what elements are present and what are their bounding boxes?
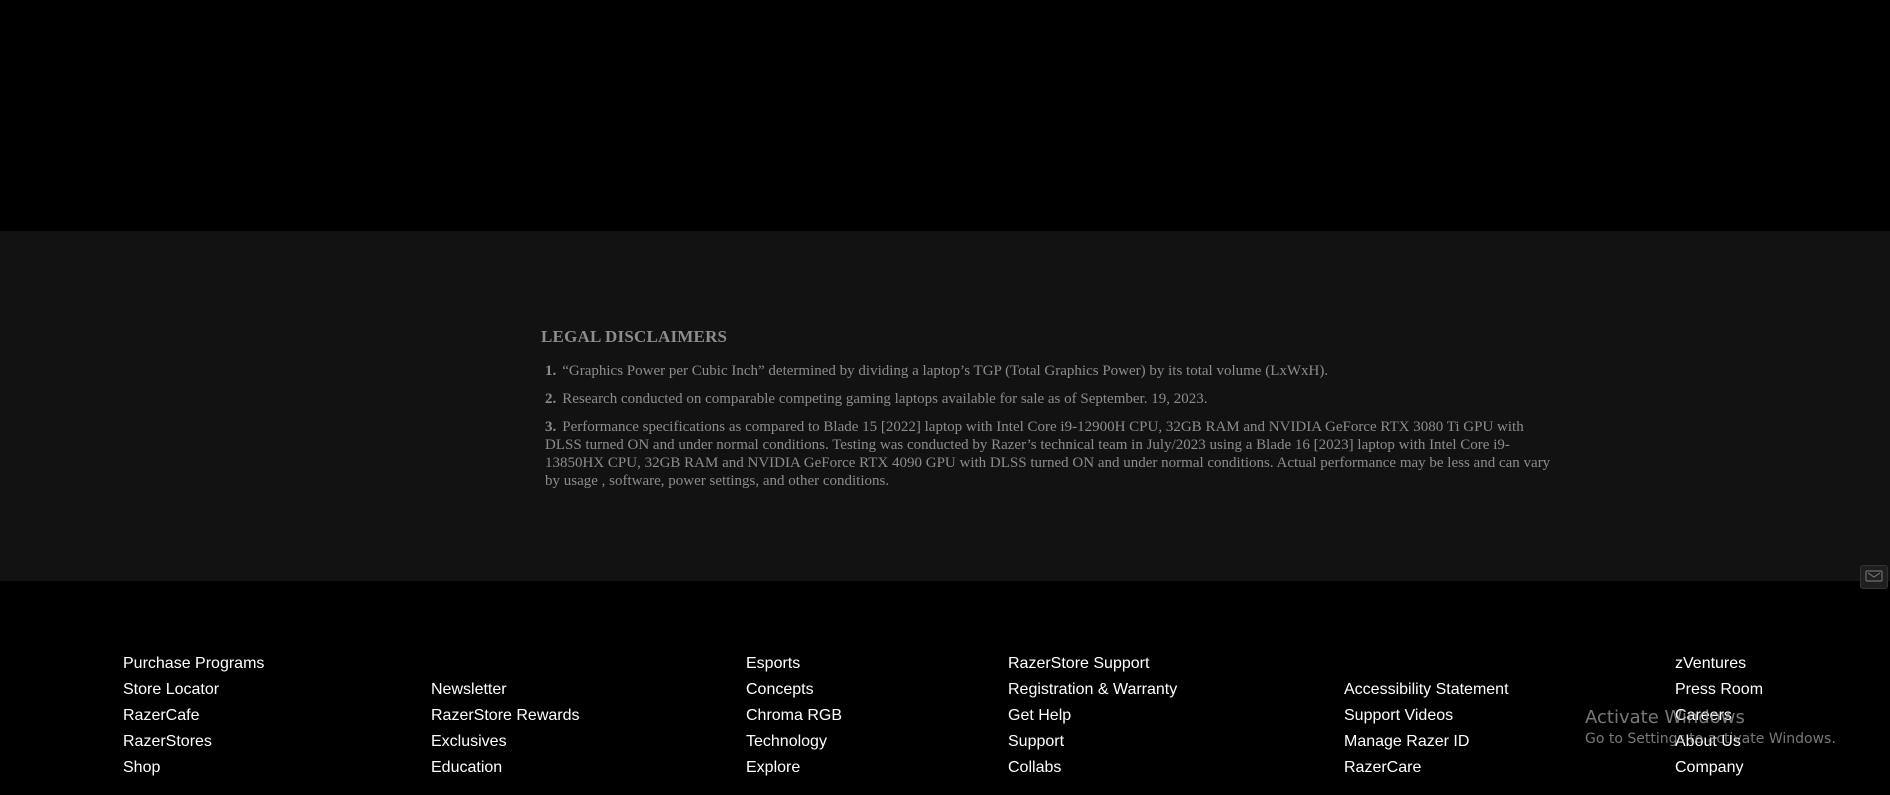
disclaimer-item: 1. “Graphics Power per Cubic Inch” determ… bbox=[545, 362, 1555, 380]
footer-link-accessibility-statement[interactable]: Accessibility Statement bbox=[1344, 681, 1509, 707]
footer-link-razercafe[interactable]: RazerCafe bbox=[123, 707, 264, 733]
legal-disclaimers-title: LEGAL DISCLAIMERS bbox=[541, 327, 728, 346]
footer-link-store-locator[interactable]: Store Locator bbox=[123, 681, 264, 707]
footer-link-collabs[interactable]: Collabs bbox=[1008, 759, 1177, 785]
site-footer: Purchase Programs Store Locator RazerCaf… bbox=[0, 581, 1890, 795]
footer-link-purchase-programs[interactable]: Purchase Programs bbox=[123, 655, 264, 681]
footer-link-razercare[interactable]: RazerCare bbox=[1344, 759, 1509, 785]
footer-link-support[interactable]: Support bbox=[1008, 733, 1177, 759]
disclaimer-text: Research conducted on comparable competi… bbox=[562, 391, 1208, 407]
footer-link-support-videos[interactable]: Support Videos bbox=[1344, 707, 1509, 733]
footer-column-company: zVentures Press Room Careers About Us Co… bbox=[1675, 655, 1763, 785]
footer-link-chroma-rgb[interactable]: Chroma RGB bbox=[746, 707, 842, 733]
footer-link-company[interactable]: Company bbox=[1675, 759, 1763, 785]
footer-link-press-room[interactable]: Press Room bbox=[1675, 681, 1763, 707]
disclaimer-number: 3. bbox=[545, 419, 557, 435]
footer-link-esports[interactable]: Esports bbox=[746, 655, 842, 681]
disclaimer-number: 1. bbox=[545, 363, 557, 379]
footer-link-explore[interactable]: Explore bbox=[746, 759, 842, 785]
footer-link-careers[interactable]: Careers bbox=[1675, 707, 1763, 733]
top-band bbox=[0, 0, 1890, 231]
footer-column-support: RazerStore Support Registration & Warran… bbox=[1008, 655, 1177, 785]
footer-link-razerstore-rewards[interactable]: RazerStore Rewards bbox=[431, 707, 580, 733]
chat-icon bbox=[1865, 570, 1883, 582]
legal-disclaimers-list: 1. “Graphics Power per Cubic Inch” determ… bbox=[545, 362, 1555, 500]
footer-link-registration-warranty[interactable]: Registration & Warranty bbox=[1008, 681, 1177, 707]
footer-link-exclusives[interactable]: Exclusives bbox=[431, 733, 580, 759]
footer-link-razerstores[interactable]: RazerStores bbox=[123, 733, 264, 759]
footer-link-technology[interactable]: Technology bbox=[746, 733, 842, 759]
footer-link-get-help[interactable]: Get Help bbox=[1008, 707, 1177, 733]
disclaimer-item: 2. Research conducted on comparable compe… bbox=[545, 390, 1555, 408]
disclaimer-item: 3. Performance specifications as compared… bbox=[545, 418, 1555, 490]
legal-disclaimers-section: LEGAL DISCLAIMERS 1. “Graphics Power per … bbox=[0, 231, 1890, 581]
footer-column-shop: Purchase Programs Store Locator RazerCaf… bbox=[123, 655, 264, 785]
disclaimer-number: 2. bbox=[545, 391, 557, 407]
footer-link-education[interactable]: Education bbox=[431, 759, 580, 785]
footer-link-about-us[interactable]: About Us bbox=[1675, 733, 1763, 759]
footer-link-razerstore-support[interactable]: RazerStore Support bbox=[1008, 655, 1177, 681]
footer-link-manage-razer-id[interactable]: Manage Razer ID bbox=[1344, 733, 1509, 759]
footer-link-concepts[interactable]: Concepts bbox=[746, 681, 842, 707]
footer-link-shop[interactable]: Shop bbox=[123, 759, 264, 785]
footer-link-zventures[interactable]: zVentures bbox=[1675, 655, 1763, 681]
footer-link-newsletter[interactable]: Newsletter bbox=[431, 681, 580, 707]
footer-column-store: Newsletter RazerStore Rewards Exclusives… bbox=[431, 681, 580, 785]
disclaimer-text: Performance specifications as compared t… bbox=[545, 419, 1551, 489]
chat-widget-button[interactable] bbox=[1860, 565, 1888, 589]
disclaimer-text: “Graphics Power per Cubic Inch” determin… bbox=[562, 363, 1329, 379]
footer-column-account: Accessibility Statement Support Videos M… bbox=[1344, 681, 1509, 785]
footer-column-explore: Esports Concepts Chroma RGB Technology E… bbox=[746, 655, 842, 785]
